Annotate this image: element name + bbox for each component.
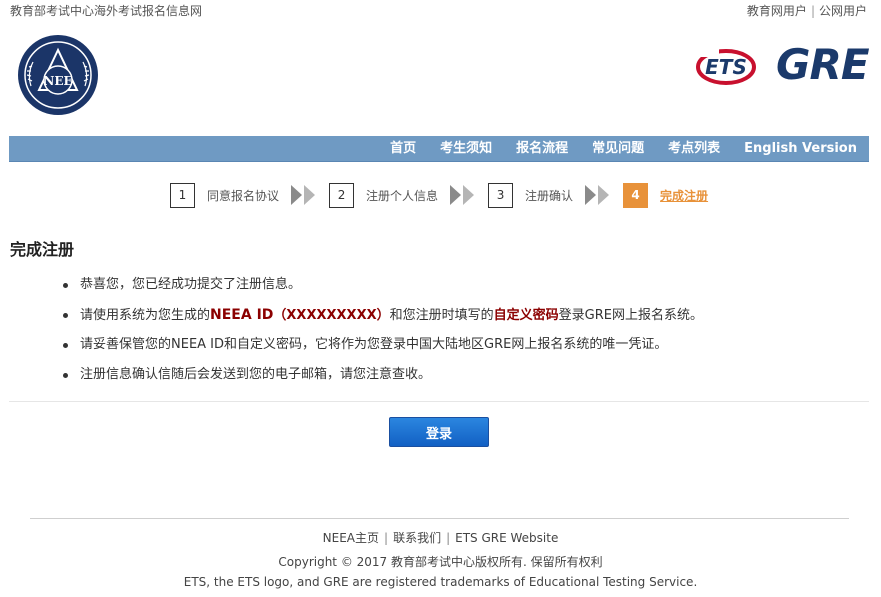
gre-logo: GRE — [776, 40, 870, 89]
neea-id-label: NEEA ID — [210, 307, 274, 323]
custom-password-label: 自定义密码 — [493, 308, 559, 323]
step-3-label: 注册确认 — [525, 188, 574, 203]
footer-link-neea[interactable]: NEEA主页 — [323, 531, 379, 545]
notice-text-2b: 和您注册时填写的 — [389, 308, 494, 323]
nav-english[interactable]: English Version — [732, 136, 869, 162]
public-user-link[interactable]: 公网用户 — [819, 4, 867, 18]
notice-list: 恭喜您，您已经成功提交了注册信息。 请使用系统为您生成的NEEA ID（XXXX… — [60, 274, 703, 394]
step-4-number: 4 — [623, 182, 649, 208]
site-title: 教育部考试中心海外考试报名信息网 — [10, 4, 203, 18]
step-arrow-icon — [450, 185, 475, 205]
separator: | — [384, 531, 389, 545]
page-title: 完成注册 — [10, 240, 75, 259]
nav-process[interactable]: 报名流程 — [504, 136, 580, 162]
separator: | — [810, 4, 815, 18]
step-4-label: 完成注册 — [660, 188, 709, 203]
notice-text-2c: 登录GRE网上报名系统。 — [558, 308, 703, 323]
footer-links: NEEA主页 | 联系我们 | ETS GRE Website — [0, 528, 881, 548]
list-item: 请妥善保管您的NEEA ID和自定义密码，它将作为您登录中国大陆地区GRE网上报… — [60, 334, 703, 364]
ets-logo-text: ETS — [705, 55, 747, 79]
footer-divider — [30, 518, 849, 519]
step-indicator: 1 同意报名协议 2 注册个人信息 3 注册确认 4 完成注册 — [170, 182, 708, 208]
notice-text-2a: 请使用系统为您生成的 — [80, 308, 211, 323]
step-2-label: 注册个人信息 — [366, 188, 439, 203]
nav-faq[interactable]: 常见问题 — [580, 136, 656, 162]
nav-instructions[interactable]: 考生须知 — [428, 136, 504, 162]
edu-user-link[interactable]: 教育网用户 — [747, 4, 807, 18]
notice-text-4: 注册信息确认信随后会发送到您的电子邮箱，请您注意查收。 — [80, 367, 432, 382]
list-item: 请使用系统为您生成的NEEA ID（XXXXXXXXX）和您注册时填写的自定义密… — [60, 304, 703, 334]
step-arrow-icon — [585, 185, 610, 205]
login-button[interactable]: 登录 — [389, 417, 489, 447]
notice-text-3: 请妥善保管您的NEEA ID和自定义密码，它将作为您登录中国大陆地区GRE网上报… — [80, 337, 668, 352]
list-item: 注册信息确认信随后会发送到您的电子邮箱，请您注意查收。 — [60, 364, 703, 394]
footer: NEEA主页 | 联系我们 | ETS GRE Website Copyright © … — [0, 528, 881, 592]
trademark-text: ETS, the ETS logo, and GRE are registere… — [183, 575, 698, 589]
step-arrow-icon — [291, 185, 316, 205]
user-links: 教育网用户 | 公网用户 — [747, 2, 867, 19]
ets-logo: ETS — [696, 47, 756, 85]
footer-link-contact[interactable]: 联系我们 — [393, 531, 441, 545]
copyright-text: Copyright © 2017 教育部考试中心版权所有. 保留所有权利 — [278, 555, 603, 569]
separator: | — [446, 531, 451, 545]
step-2-number: 2 — [329, 182, 355, 208]
nav-home[interactable]: 首页 — [378, 136, 428, 162]
step-1-number: 1 — [170, 182, 195, 208]
neea-logo-text: NEE — [43, 74, 72, 88]
neea-id-value: （XXXXXXXXX） — [273, 308, 390, 323]
nav-test-centers[interactable]: 考点列表 — [656, 136, 732, 162]
content-divider — [9, 401, 869, 402]
step-3-number: 3 — [488, 182, 514, 208]
neea-logo: NEE — [18, 35, 98, 115]
step-1-label: 同意报名协议 — [207, 188, 280, 203]
footer-link-ets-gre[interactable]: ETS GRE Website — [455, 531, 558, 545]
main-nav: 首页 考生须知 报名流程 常见问题 考点列表 English Version — [9, 136, 869, 162]
list-item: 恭喜您，您已经成功提交了注册信息。 — [60, 274, 703, 304]
notice-text-1: 恭喜您，您已经成功提交了注册信息。 — [80, 277, 302, 292]
top-bar: 教育部考试中心海外考试报名信息网 教育网用户 | 公网用户 — [0, 0, 881, 20]
